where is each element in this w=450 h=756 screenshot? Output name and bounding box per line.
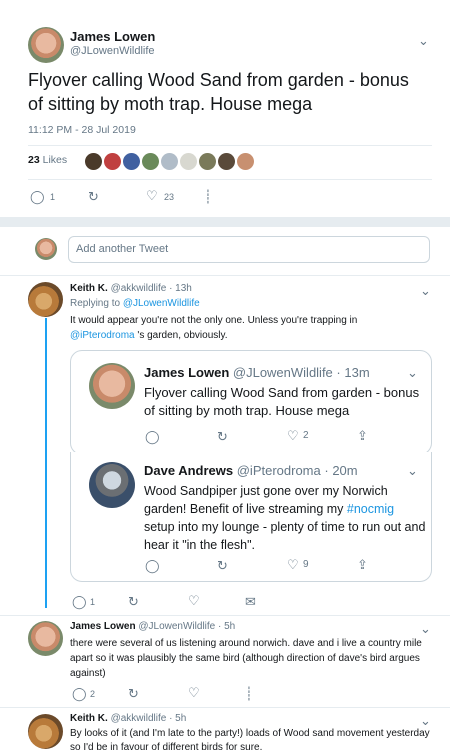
avatar[interactable]	[199, 153, 216, 171]
retweet-icon[interactable]: ↻	[88, 189, 99, 205]
reply-text: there were several of us listening aroun…	[70, 638, 422, 679]
quoted-text: Wood Sandpiper just gone over my Norwich…	[144, 482, 426, 554]
analytics-icon[interactable]: ┊	[245, 686, 253, 702]
reply-time[interactable]: · 5h	[169, 713, 186, 724]
like-icon[interactable]: ♡	[188, 593, 200, 609]
quoted-tweet-card[interactable]: Dave Andrews @iPterodroma · 20m ⌄ Wood S…	[70, 452, 432, 582]
avatar[interactable]	[85, 153, 102, 171]
like-icon[interactable]: ♡	[188, 685, 200, 701]
avatar[interactable]	[28, 27, 64, 63]
reply-count: 1	[90, 597, 96, 607]
like-icon[interactable]: ♡	[287, 557, 299, 573]
avatar	[35, 238, 57, 260]
liker-avatars[interactable]	[85, 153, 256, 171]
reply-icon[interactable]: ◯	[30, 189, 45, 205]
author-handle[interactable]: @JLowenWildlife	[70, 45, 155, 57]
reply-icon[interactable]: ◯	[72, 594, 87, 610]
reply-text-line: 's garden, obviously.	[134, 330, 228, 341]
replying-to: Replying to @JLowenWildlife	[70, 298, 200, 309]
reply-header: Keith K. @akkwildlife · 5h	[70, 713, 186, 724]
author-handle[interactable]: @akkwildlife	[111, 713, 167, 724]
author-name[interactable]: Dave Andrews	[144, 463, 233, 478]
quoted-text-part: setup into my lounge - plenty of time to…	[144, 520, 426, 552]
retweet-icon[interactable]: ↻	[128, 594, 139, 610]
quoted-text: Flyover calling Wood Sand from garden - …	[144, 385, 420, 418]
avatar[interactable]	[218, 153, 235, 171]
reply-count: 2	[90, 689, 96, 699]
avatar[interactable]	[237, 153, 254, 171]
reply-time[interactable]: · 5h	[218, 621, 235, 632]
mention-link[interactable]: @iPterodroma	[70, 330, 135, 341]
quoted-header: Dave Andrews @iPterodroma · 20m	[144, 463, 358, 478]
avatar[interactable]	[180, 153, 197, 171]
reply-text: It would appear you're not the only one.…	[70, 313, 430, 343]
reply-header: Keith K. @akkwildlife · 13h	[70, 283, 192, 294]
share-icon[interactable]: ⇪	[357, 428, 368, 444]
author-handle[interactable]: @iPterodroma	[237, 463, 321, 478]
replying-to-link[interactable]: @JLowenWildlife	[123, 298, 200, 309]
avatar[interactable]	[104, 153, 121, 171]
avatar[interactable]	[89, 363, 135, 409]
message-icon[interactable]: ✉	[245, 594, 256, 610]
avatar[interactable]	[28, 714, 63, 749]
retweet-icon[interactable]: ↻	[217, 558, 228, 574]
author-handle[interactable]: @JLowenWildlife	[138, 621, 215, 632]
retweet-icon[interactable]: ↻	[217, 429, 228, 445]
author-handle[interactable]: @akkwildlife	[111, 283, 167, 294]
reply-header: James Lowen @JLowenWildlife · 5h	[70, 621, 235, 632]
reply-icon[interactable]: ◯	[145, 429, 160, 445]
hashtag-link[interactable]: #nocmig	[347, 502, 394, 516]
author-handle[interactable]: @JLowenWildlife	[233, 365, 333, 380]
like-count: 2	[303, 430, 309, 441]
likes-summary[interactable]: 23 Likes	[28, 154, 67, 166]
tweet-timestamp[interactable]: 11:12 PM - 28 Jul 2019	[28, 124, 136, 136]
author-name[interactable]: James Lowen	[70, 29, 155, 44]
add-tweet-input[interactable]: Add another Tweet	[68, 236, 430, 263]
reply-time[interactable]: · 13h	[169, 283, 192, 294]
author-name[interactable]: Keith K.	[70, 713, 108, 724]
like-icon[interactable]: ♡	[146, 188, 158, 204]
likes-count: 23	[28, 154, 40, 166]
quoted-header: James Lowen @JLowenWildlife · 13m	[144, 365, 370, 380]
thread-line	[45, 318, 47, 608]
chevron-down-icon[interactable]: ⌄	[407, 463, 418, 479]
quoted-time[interactable]: · 13m	[336, 365, 369, 380]
share-icon[interactable]: ⇪	[357, 557, 368, 573]
avatar[interactable]	[28, 282, 63, 317]
like-count: 9	[303, 559, 309, 570]
avatar[interactable]	[161, 153, 178, 171]
like-count: 23	[164, 192, 175, 202]
replying-to-label: Replying to	[70, 298, 121, 309]
avatar[interactable]	[142, 153, 159, 171]
section-separator	[0, 217, 450, 227]
author-name[interactable]: James Lowen	[144, 365, 229, 380]
avatar[interactable]	[28, 621, 63, 656]
chevron-down-icon[interactable]: ⌄	[420, 283, 431, 299]
tweet-text: Flyover calling Wood Sand from garden - …	[28, 70, 409, 114]
chevron-down-icon[interactable]: ⌄	[420, 621, 431, 637]
analytics-icon[interactable]: ┊	[204, 189, 212, 205]
reply-text-line: It would appear you're not the only one.…	[70, 315, 358, 326]
author-name[interactable]: Keith K.	[70, 283, 108, 294]
reply-icon[interactable]: ◯	[72, 686, 87, 702]
chevron-down-icon[interactable]: ⌄	[418, 33, 429, 49]
like-icon[interactable]: ♡	[287, 428, 299, 444]
author-name[interactable]: James Lowen	[70, 621, 136, 632]
quoted-time[interactable]: · 20m	[324, 463, 357, 478]
reply-count: 1	[50, 192, 56, 202]
avatar[interactable]	[89, 462, 135, 508]
quoted-tweet-card[interactable]: James Lowen @JLowenWildlife · 13m ⌄ Flyo…	[70, 350, 432, 455]
avatar[interactable]	[123, 153, 140, 171]
retweet-icon[interactable]: ↻	[128, 686, 139, 702]
reply-icon[interactable]: ◯	[145, 558, 160, 574]
chevron-down-icon[interactable]: ⌄	[407, 365, 418, 381]
likes-label: Likes	[42, 154, 68, 166]
reply-text: By looks of it (and I'm late to the part…	[70, 728, 430, 753]
